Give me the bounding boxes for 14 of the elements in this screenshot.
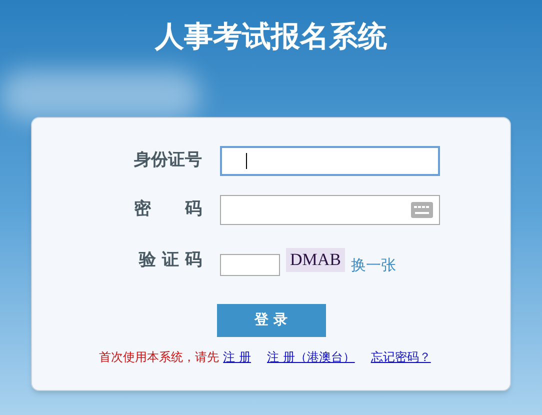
footer-link[interactable]: 忘记密码？ bbox=[370, 348, 431, 366]
text-cursor bbox=[246, 153, 247, 169]
id-number-field[interactable] bbox=[220, 146, 440, 176]
footer-link[interactable]: 注 册（港澳台） bbox=[267, 348, 355, 366]
captcha-image: DMAB bbox=[286, 248, 346, 272]
captcha-input[interactable] bbox=[220, 254, 280, 276]
footer-link[interactable]: 注 册 bbox=[223, 348, 251, 366]
page-title: 人事考试报名系统 bbox=[155, 18, 387, 55]
field-label: 验 证 码 bbox=[138, 248, 202, 272]
keyboard-icon[interactable] bbox=[411, 202, 433, 218]
field-label: 密 码 bbox=[133, 198, 202, 222]
password-field[interactable] bbox=[220, 195, 440, 225]
field-label: 身份证号 bbox=[133, 149, 202, 172]
register-prompt: 首次使用本系统，请先 bbox=[99, 348, 220, 366]
